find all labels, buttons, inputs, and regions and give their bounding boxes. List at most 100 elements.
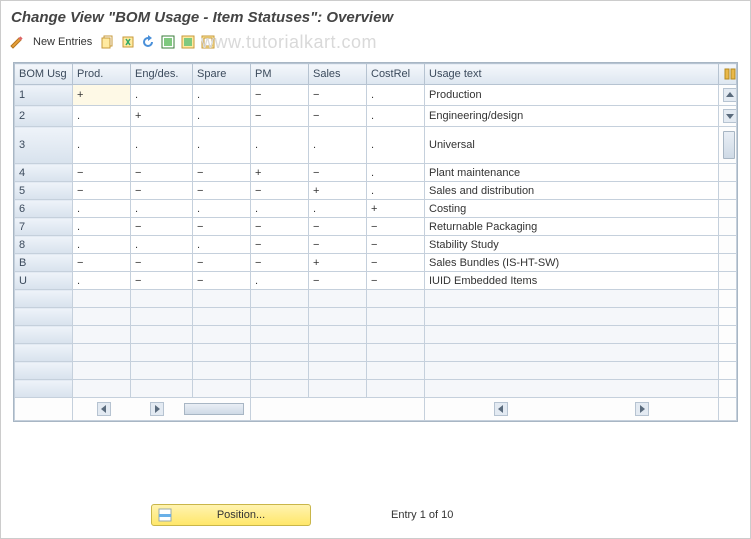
cell[interactable]: + — [251, 164, 309, 182]
table-row[interactable]: 5−−−−+.Sales and distribution — [15, 182, 737, 200]
scroll-up-icon[interactable] — [719, 85, 737, 106]
cell[interactable]: . — [193, 85, 251, 106]
configure-columns-icon[interactable] — [719, 64, 737, 85]
cell[interactable]: − — [193, 272, 251, 290]
select-block-icon[interactable] — [180, 34, 196, 50]
scroll-left-icon[interactable] — [97, 402, 111, 416]
table-row[interactable]: 3......Universal — [15, 127, 737, 164]
cell[interactable]: Sales and distribution — [425, 182, 719, 200]
table-row[interactable]: 6.....+Costing — [15, 200, 737, 218]
col-spare[interactable]: Spare — [193, 64, 251, 85]
cell[interactable]: . — [73, 272, 131, 290]
cell[interactable]: − — [367, 272, 425, 290]
cell[interactable]: . — [193, 106, 251, 127]
cell[interactable]: . — [73, 127, 131, 164]
table-row[interactable]: B−−−−+−Sales Bundles (IS-HT-SW) — [15, 254, 737, 272]
cell[interactable]: − — [131, 254, 193, 272]
cell[interactable]: . — [73, 106, 131, 127]
scroll-thumb-left[interactable] — [184, 403, 244, 415]
scroll-thumb[interactable] — [719, 127, 737, 164]
table-row[interactable]: 2.+.−−.Engineering/design — [15, 106, 737, 127]
cell[interactable]: − — [251, 85, 309, 106]
cell[interactable]: IUID Embedded Items — [425, 272, 719, 290]
row-header[interactable]: U — [15, 272, 73, 290]
row-header[interactable]: 4 — [15, 164, 73, 182]
row-header[interactable]: 7 — [15, 218, 73, 236]
row-header[interactable]: B — [15, 254, 73, 272]
table-row[interactable]: 7.−−−−−Returnable Packaging — [15, 218, 737, 236]
cell[interactable]: − — [309, 272, 367, 290]
cell[interactable]: . — [309, 200, 367, 218]
col-costrel[interactable]: CostRel — [367, 64, 425, 85]
cell[interactable]: Engineering/design — [425, 106, 719, 127]
cell[interactable]: . — [367, 182, 425, 200]
cell[interactable]: − — [309, 218, 367, 236]
cell[interactable]: . — [367, 164, 425, 182]
cell[interactable]: − — [309, 236, 367, 254]
cell[interactable]: − — [131, 164, 193, 182]
cell[interactable]: − — [73, 164, 131, 182]
row-header[interactable]: 5 — [15, 182, 73, 200]
cell[interactable]: . — [73, 236, 131, 254]
cell[interactable]: Sales Bundles (IS-HT-SW) — [425, 254, 719, 272]
cell[interactable]: − — [131, 182, 193, 200]
col-eng[interactable]: Eng/des. — [131, 64, 193, 85]
cell[interactable]: − — [309, 106, 367, 127]
cell[interactable]: − — [73, 254, 131, 272]
cell[interactable]: − — [131, 272, 193, 290]
cell[interactable]: Production — [425, 85, 719, 106]
cell[interactable]: Stability Study — [425, 236, 719, 254]
cell[interactable]: − — [251, 236, 309, 254]
select-all-icon[interactable] — [160, 34, 176, 50]
row-header[interactable]: 2 — [15, 106, 73, 127]
scroll-left2-icon[interactable] — [494, 402, 508, 416]
new-entries-button[interactable]: New Entries — [33, 36, 92, 48]
cell[interactable]: + — [73, 85, 131, 106]
cell[interactable]: − — [309, 85, 367, 106]
position-button[interactable]: Position... — [151, 504, 311, 526]
row-header[interactable]: 6 — [15, 200, 73, 218]
cell[interactable]: + — [367, 200, 425, 218]
cell[interactable]: . — [367, 85, 425, 106]
cell[interactable]: − — [193, 254, 251, 272]
cell[interactable]: . — [251, 200, 309, 218]
scroll-right-icon[interactable] — [150, 402, 164, 416]
col-bom-usg[interactable]: BOM Usg — [15, 64, 73, 85]
col-prod[interactable]: Prod. — [73, 64, 131, 85]
cell[interactable]: − — [193, 164, 251, 182]
cell[interactable]: − — [193, 218, 251, 236]
delete-icon[interactable] — [120, 34, 136, 50]
cell[interactable]: − — [251, 254, 309, 272]
cell[interactable]: . — [367, 106, 425, 127]
col-pm[interactable]: PM — [251, 64, 309, 85]
cell[interactable]: − — [251, 182, 309, 200]
cell[interactable]: . — [309, 127, 367, 164]
col-usage-text[interactable]: Usage text — [425, 64, 719, 85]
cell[interactable]: − — [193, 182, 251, 200]
scroll-down-icon[interactable] — [719, 106, 737, 127]
cell[interactable]: − — [367, 236, 425, 254]
row-header[interactable]: 1 — [15, 85, 73, 106]
row-header[interactable]: 3 — [15, 127, 73, 164]
cell[interactable]: . — [73, 218, 131, 236]
undo-icon[interactable] — [140, 34, 156, 50]
cell[interactable]: + — [309, 254, 367, 272]
cell[interactable]: − — [131, 218, 193, 236]
cell[interactable]: . — [251, 272, 309, 290]
cell[interactable]: Plant maintenance — [425, 164, 719, 182]
scroll-right2-icon[interactable] — [635, 402, 649, 416]
col-sales[interactable]: Sales — [309, 64, 367, 85]
cell[interactable]: . — [131, 200, 193, 218]
copy-as-icon[interactable] — [100, 34, 116, 50]
cell[interactable]: − — [367, 218, 425, 236]
table-row[interactable]: U.−−.−−IUID Embedded Items — [15, 272, 737, 290]
cell[interactable]: + — [131, 106, 193, 127]
cell[interactable]: . — [251, 127, 309, 164]
table-row[interactable]: 8...−−−Stability Study — [15, 236, 737, 254]
cell[interactable]: . — [193, 127, 251, 164]
cell[interactable]: . — [367, 127, 425, 164]
cell[interactable]: − — [251, 106, 309, 127]
cell[interactable]: + — [309, 182, 367, 200]
cell[interactable]: − — [251, 218, 309, 236]
toggle-display-icon[interactable] — [9, 34, 25, 50]
